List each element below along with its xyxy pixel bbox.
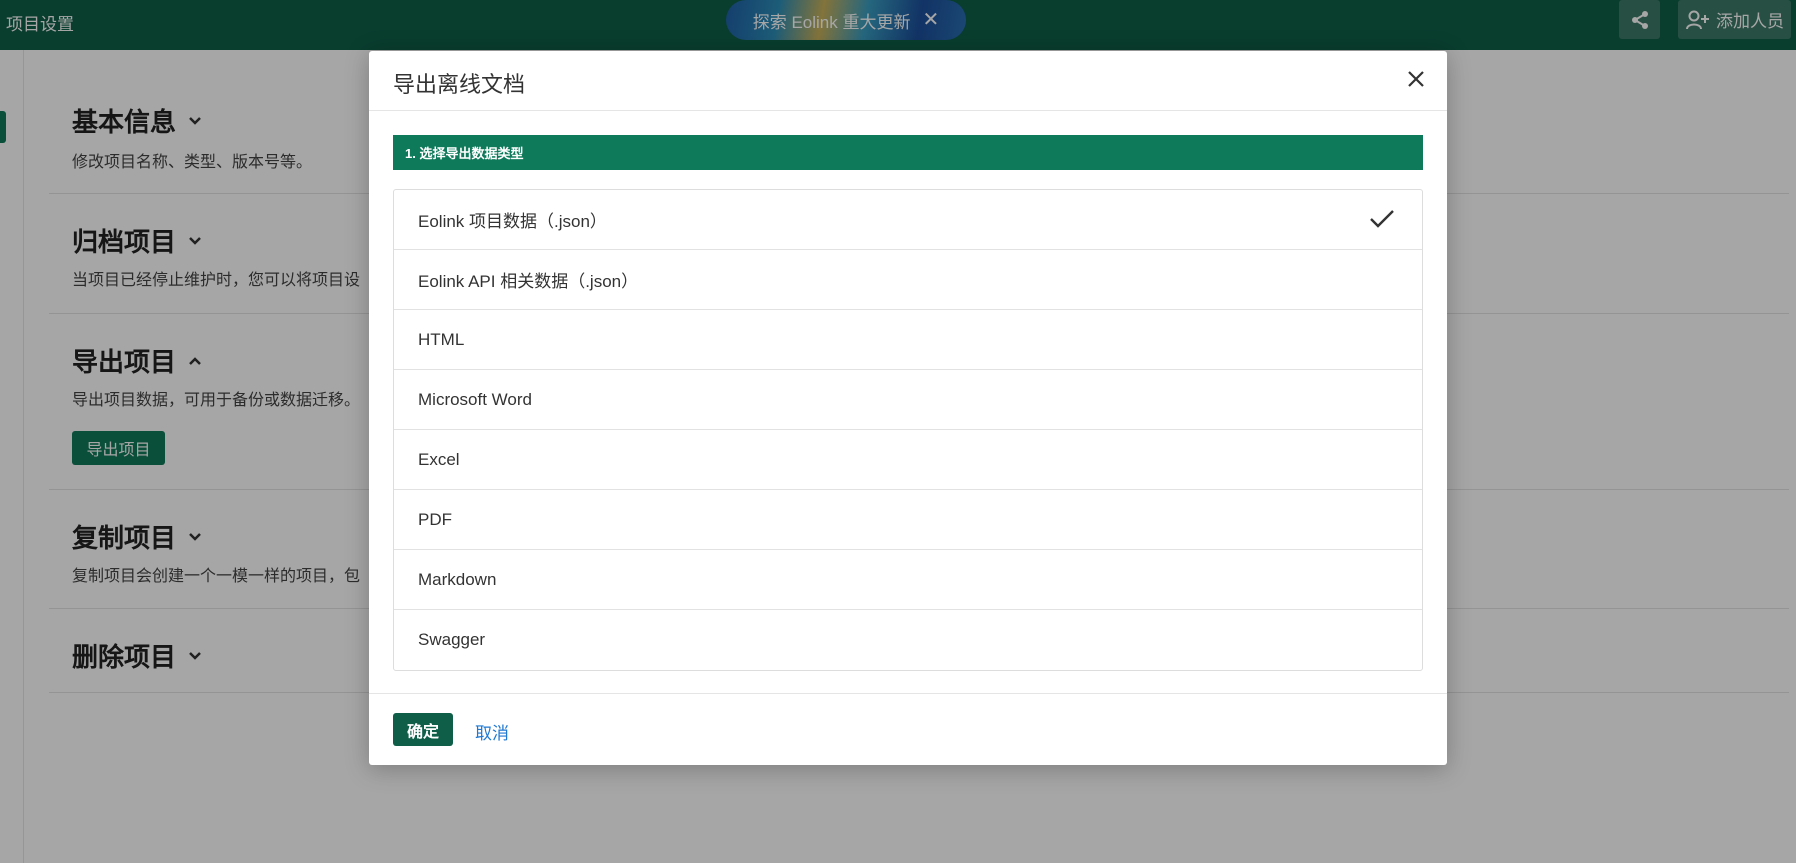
option-label: Eolink 项目数据（.json）: [418, 212, 607, 231]
modal-footer: 确定 取消: [369, 693, 1447, 765]
cancel-link[interactable]: 取消: [475, 719, 509, 744]
step-label: 1. 选择导出数据类型: [393, 135, 1423, 170]
option-label: Microsoft Word: [418, 389, 532, 409]
export-modal: 导出离线文档 1. 选择导出数据类型 Eolink 项目数据（.json） Eo…: [369, 51, 1447, 765]
option-label: Excel: [418, 449, 460, 469]
modal-header: 导出离线文档: [369, 51, 1447, 111]
export-type-list: Eolink 项目数据（.json） Eolink API 相关数据（.json…: [393, 189, 1423, 671]
option-label: PDF: [418, 509, 452, 529]
option-word[interactable]: Microsoft Word: [394, 370, 1422, 430]
option-eolink-project-json[interactable]: Eolink 项目数据（.json）: [394, 190, 1422, 250]
close-icon[interactable]: [1403, 66, 1429, 92]
check-icon: [1370, 210, 1394, 228]
option-swagger[interactable]: Swagger: [394, 610, 1422, 670]
option-label: HTML: [418, 329, 465, 349]
option-label: Markdown: [418, 569, 497, 589]
modal-title: 导出离线文档: [393, 72, 526, 97]
confirm-button[interactable]: 确定: [393, 713, 453, 746]
option-html[interactable]: HTML: [394, 310, 1422, 370]
option-pdf[interactable]: PDF: [394, 490, 1422, 550]
option-label: Swagger: [418, 630, 486, 649]
option-markdown[interactable]: Markdown: [394, 550, 1422, 610]
option-eolink-api-json[interactable]: Eolink API 相关数据（.json）: [394, 250, 1422, 310]
option-excel[interactable]: Excel: [394, 430, 1422, 490]
option-label: Eolink API 相关数据（.json）: [418, 272, 639, 291]
